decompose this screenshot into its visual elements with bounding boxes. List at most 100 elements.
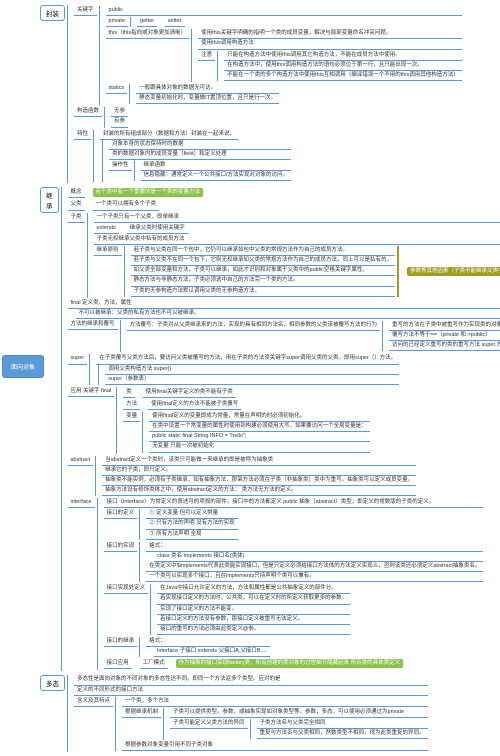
rules-side: 参数等其他因素（子类不能继承父类中带Private的成员变量和方法）: [407, 267, 500, 276]
ife-b: 若实现接口定义的方法时，公共类，可以在定义时的所定义获取更多的参数。: [157, 594, 350, 604]
root-node: 面向对象: [2, 355, 44, 378]
if-impl: 接口的实现: [104, 542, 138, 552]
mindmap: 封装 关键字 public private getter setter this…: [40, 2, 498, 756]
ov-a: 覆写方法不等于==（private 和 >public）: [389, 331, 500, 341]
ife-a: 在Java中接口允许定义的方法，方法和属性都是公共抽象定义的部件分。: [157, 584, 350, 594]
ifx-code: interface 子接口 extends 父接口A,父接口B,...: [154, 647, 269, 657]
rules: 继承原则: [94, 246, 122, 256]
if-factory: 接口应用: [104, 659, 132, 669]
ov-text: 方法覆写：子类对从父类继承来的方法，实现的具有相同方法名，相同参数的父类该被覆写…: [127, 321, 381, 331]
fk-c: 变量: [123, 412, 140, 422]
parent-t: 一个类可以拥有多个子类: [93, 200, 160, 210]
pm-b: 根据继承机制: [122, 708, 161, 718]
fk-a: 类: [123, 388, 135, 398]
tn-a: 只能在构造方法中使用this调用其它构造方法，不能在成员方法中使用。: [224, 51, 462, 61]
interface: interface: [68, 498, 95, 508]
setter: setter: [165, 17, 185, 27]
pmb1: 子类可以提供类型。参数，或抽象实现如对象类型等。参数，多态。可以使用必须通过为p…: [170, 708, 428, 718]
super: super: [68, 354, 88, 364]
ifi-fmt: 格式：: [146, 542, 483, 552]
rc: 如父类全部变量和方法，子类可以继承，如此才识别和对象属于父类中的public空格…: [131, 266, 396, 276]
ab4: 抽象方法设有修饰类体之中，使用abstract定义的方法： 类方法无方法的定义。: [102, 486, 416, 496]
parent: 父类: [68, 200, 85, 210]
pmb2: 子类可能定义父类方法的异同: [170, 719, 248, 729]
ife-c: 实现了接口定义的方法不能变。: [157, 605, 350, 615]
getter: getter: [137, 17, 157, 27]
su1: 调用父类构造方法 super(): [105, 365, 399, 375]
ifi-b: 一个类可以实现多个接口，且在implements只持声明个类可以兼有。: [146, 572, 483, 582]
feat-text: 封装的所有组成部分（数据和方法）封装在一起来说。: [100, 130, 238, 140]
rd: 静态方法与非静态方法，子类必须选中自己的方法完一个类的方法。: [131, 276, 396, 286]
ch-n1: 一个子类只有一个父类，即单继承: [94, 213, 500, 223]
rb: 若子类与父类不在同一个包下，它则无权继承如父类的常规方法作为自己的成员方法。同上…: [131, 256, 396, 266]
fk-c1: 使用final定义的变量即成为常量，常量在声明的时必须初始化。: [149, 412, 370, 422]
concept-hl: 若干类中有一个重要的是一个类的变量方法: [93, 188, 204, 197]
fk-bt: 使用final定义的方法不能被子类覆写: [148, 400, 241, 410]
pmbi-b: 重复与方法名与父类相同，然数类型不相同，视为此类重复的异同。: [257, 729, 428, 739]
fk-c3: public static final String INFO = "hello…: [149, 432, 370, 442]
fc2: 信息隐藏：通常定义一个公共接口/方法实现对对象的访问。: [141, 171, 292, 181]
ifx-fmt: 格式：: [146, 637, 269, 647]
ifd-a: ① 定义变量 但可以定义常量: [146, 509, 238, 519]
if-intro: 接口（interface）为常定义的表述可的项规的部件，接口中的方法都定义 pu…: [104, 498, 484, 508]
arg: 有参: [111, 117, 128, 127]
ctor: 构造函数: [74, 107, 102, 117]
tn-c: 不能在一个类的多个构造方法中使用this互相调用（编译错误一个不用的this调用…: [224, 71, 462, 81]
ra: 若子类与父类在同一个包中，它仍可以继承如包中父类的常规方法作为自己的成员方法。: [131, 246, 396, 256]
concept: 概念: [68, 188, 85, 198]
private: private: [106, 17, 129, 27]
this-n1: 使用this关键字明确的指明一个类的成员变量，解决与局部变量命名冲突问题。: [198, 29, 462, 39]
ab3: 抽象类不能实例，必须有子类继承，如有抽象方法，那架方法必须在子类（非抽象类）类中…: [102, 476, 416, 486]
poly-topic: 多态: [40, 675, 65, 691]
if-def: 接口的定义: [104, 509, 138, 519]
ife-d: 若接口定义的方法没有参数，那接口定义被重写无法定义。: [157, 615, 350, 625]
fb: 类的数据对象内的成员变量（field）和定义处理: [109, 150, 291, 160]
if-factory-hl: 作为抽象的接口实现factory类，所有创建的类对象的过程细节隐藏起来 所有类的…: [176, 659, 404, 668]
ov-side: 重写的方法在子类中被重写作为实现类的对象命令，不能带有重新的对象知同类型: [389, 321, 500, 331]
ifd-b: ② 只有方法的声明 没有方法的实现: [146, 519, 238, 529]
child: 子类: [68, 213, 85, 223]
st-n2: 静态变量初始化时，变量做IT置顶位置，且只是行一次。: [136, 94, 279, 104]
feature: 特性: [74, 130, 91, 140]
fc1: 继承函数: [141, 161, 292, 171]
poly-meaning: 含义及其特点: [74, 697, 113, 707]
tn-b: 在构造方法中，使用this调用构造方法的语句必须位于第一行，且只能出现一次。: [224, 61, 462, 71]
this: this（this指向或对象更加清晰）: [106, 29, 190, 39]
override: 方法的继承和覆写: [68, 320, 118, 330]
ifd-c: ③ 所有方法声明 全局: [146, 530, 238, 540]
noarg: 无参: [111, 107, 128, 117]
ov-b: 访问的已经定义重写的类的重写方法 super.方法名();: [389, 341, 500, 351]
fk-at: 使用final关键字定义的类不能有子类: [143, 388, 236, 398]
final-kw: 应用 关键字 final: [68, 387, 115, 397]
su2: super（参数表）: [105, 375, 399, 385]
ch-n2: 子类无权继承父类中私有的成员方法: [94, 235, 500, 245]
poly-def: 多态性是面向对象的不同对象的多态性达不同。即同一个方法返多个类型。应对的是: [74, 675, 428, 685]
this-notes: 注意: [198, 51, 215, 61]
ab2: 继承它的子类，即只定义。: [102, 466, 416, 476]
re: 子类的无参构造方法默认调用父类的无参构造方法。: [131, 287, 396, 297]
fk-c4: 无变量 只能一次被初始化: [149, 442, 370, 452]
inherit-topic: 继承: [40, 187, 59, 213]
final-note: final 定义类、方法，属性: [68, 299, 500, 309]
ifi-code: class 类名 implements 接口名{类体}: [154, 552, 483, 562]
statics: statics: [106, 84, 128, 94]
ext-n1: 继承父类时使用关键字: [127, 224, 188, 234]
cant-inherit: 不可以被继承：父类的私有方法也不可以被继承。: [76, 309, 500, 319]
ab1: 当abstract定义一个类时，该类只可能做一来继承的即是被称为抽象类: [102, 456, 416, 466]
this-n2: 使用this调用构造方法: [198, 39, 462, 49]
if-extend: 接口的继承: [104, 637, 138, 647]
encaps-topic: 封装: [40, 5, 65, 21]
st-n1: 一般跟具体对象的数据无可访。: [136, 84, 279, 94]
su-text: 在子类覆写父类方法后，要访问父类被覆写的方法，用在子类的方法须关键字super调…: [96, 354, 399, 364]
fk-c2: 在类中设置一个常变量的属性时使用到构建必须使用大写，如果要访问一个全局变量是：: [149, 422, 370, 432]
poly-n1: 定义的不同形式的接口方法: [74, 686, 428, 696]
kw: 关键字: [74, 6, 97, 16]
if-factory-l: 工厂模式: [140, 659, 168, 669]
extends: extends: [94, 224, 119, 234]
ifi-a: 在类定义中$implements代表此类能实现接口，但是只定义必须给接口方法体的…: [146, 562, 483, 572]
pmbi-a: 子类方法名与父类完全相同: [257, 719, 428, 729]
fc: 操作性: [109, 161, 132, 171]
ife-e: 接口的重写的方法必须由此类定义@参。: [157, 625, 350, 635]
fk-b: 方法: [123, 400, 140, 410]
fa: 对象本身的状态保持时的数据: [109, 140, 291, 150]
